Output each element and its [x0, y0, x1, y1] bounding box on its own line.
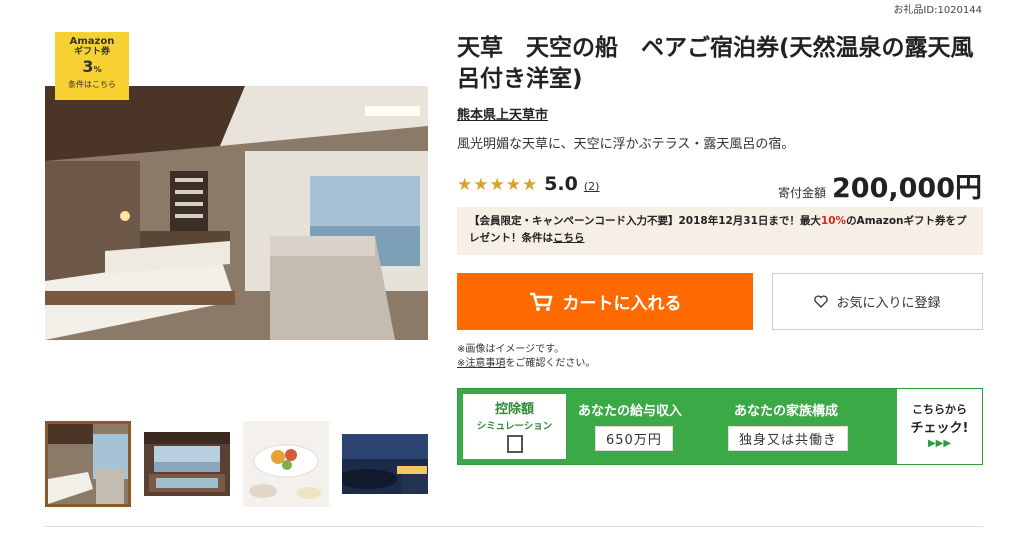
- price-label: 寄付金額: [778, 186, 827, 200]
- add-favorite-label: お気に入りに登録: [836, 296, 941, 311]
- notes: ※画像はイメージです。 ※注意事項をご確認ください。: [457, 343, 595, 371]
- arrow-shape: [881, 389, 897, 464]
- simulation-cta[interactable]: こちらから チェック! ▶▶▶: [897, 389, 982, 464]
- price-amount: 200,000円: [832, 173, 982, 204]
- star-rating-icon: ★★★★★: [457, 175, 539, 195]
- family-label: あなたの家族構成: [734, 404, 839, 419]
- note-caution: ※注意事項をご確認ください。: [457, 358, 596, 369]
- thumbnail-strip: [45, 421, 428, 507]
- thumbnail-2[interactable]: [144, 421, 230, 507]
- main-photo: [45, 86, 428, 340]
- thumbnail-3[interactable]: [243, 421, 329, 507]
- simulation-title: 控除額: [494, 402, 534, 417]
- rating: ★★★★★ 5.0 (2): [457, 173, 599, 195]
- income-value: 650万円: [595, 426, 673, 451]
- simulation-subtitle: シミュレーション: [476, 421, 553, 432]
- cta-line-2: チェック!: [910, 421, 969, 436]
- simulation-label-box: 控除額 シミュレーション: [463, 394, 566, 459]
- thumbnail-4[interactable]: [342, 421, 428, 507]
- divider: [45, 526, 983, 527]
- add-favorite-button[interactable]: お気に入りに登録: [772, 273, 983, 330]
- campaign-notice: 【会員限定・キャンペーンコード入力不要】2018年12月31日まで！最大10%の…: [457, 207, 983, 255]
- cta-arrows-icon: ▶▶▶: [927, 438, 952, 449]
- campaign-highlight: 10%: [820, 215, 847, 227]
- badge-value: 3%: [82, 57, 102, 76]
- region-link[interactable]: 熊本県上天草市: [457, 104, 548, 123]
- cta-line-1: こちらから: [912, 403, 967, 416]
- thumbnail-1[interactable]: [45, 421, 131, 507]
- donation-price: 寄付金額 200,000円: [778, 166, 982, 205]
- product-title: 天草 天空の船 ペアご宿泊券(天然温泉の露天風呂付き洋室): [457, 35, 974, 92]
- rating-score: 5.0: [544, 173, 578, 195]
- review-count-link[interactable]: (2): [584, 180, 600, 193]
- income-label: あなたの給与収入: [578, 404, 683, 419]
- campaign-link[interactable]: こちら: [553, 232, 585, 244]
- heart-icon: [814, 295, 829, 308]
- note-image: ※画像はイメージです。: [457, 344, 565, 355]
- deduction-simulation-banner[interactable]: 控除額 シミュレーション あなたの給与収入 650万円 あなたの家族構成 独身又…: [457, 388, 983, 465]
- amazon-gift-badge[interactable]: Amazon ギフト券 3% 条件はこちら: [55, 32, 129, 100]
- campaign-text-pre: 【会員限定・キャンペーンコード入力不要】2018年12月31日まで！最大: [469, 215, 821, 227]
- caution-link[interactable]: ※注意事項: [457, 358, 505, 369]
- add-to-cart-label: カートに入れる: [562, 294, 682, 314]
- add-to-cart-button[interactable]: カートに入れる: [457, 273, 753, 330]
- item-id: お礼品ID:1020144: [893, 5, 982, 16]
- catch-copy: 風光明媚な天草に、天空に浮かぶテラス・露天風呂の宿。: [457, 137, 795, 152]
- badge-note[interactable]: 条件はこちら: [55, 79, 129, 91]
- family-value: 独身又は共働き: [728, 426, 849, 451]
- cart-icon: [529, 292, 553, 311]
- badge-brand: Amazon: [69, 36, 115, 47]
- calculator-icon: [506, 435, 523, 453]
